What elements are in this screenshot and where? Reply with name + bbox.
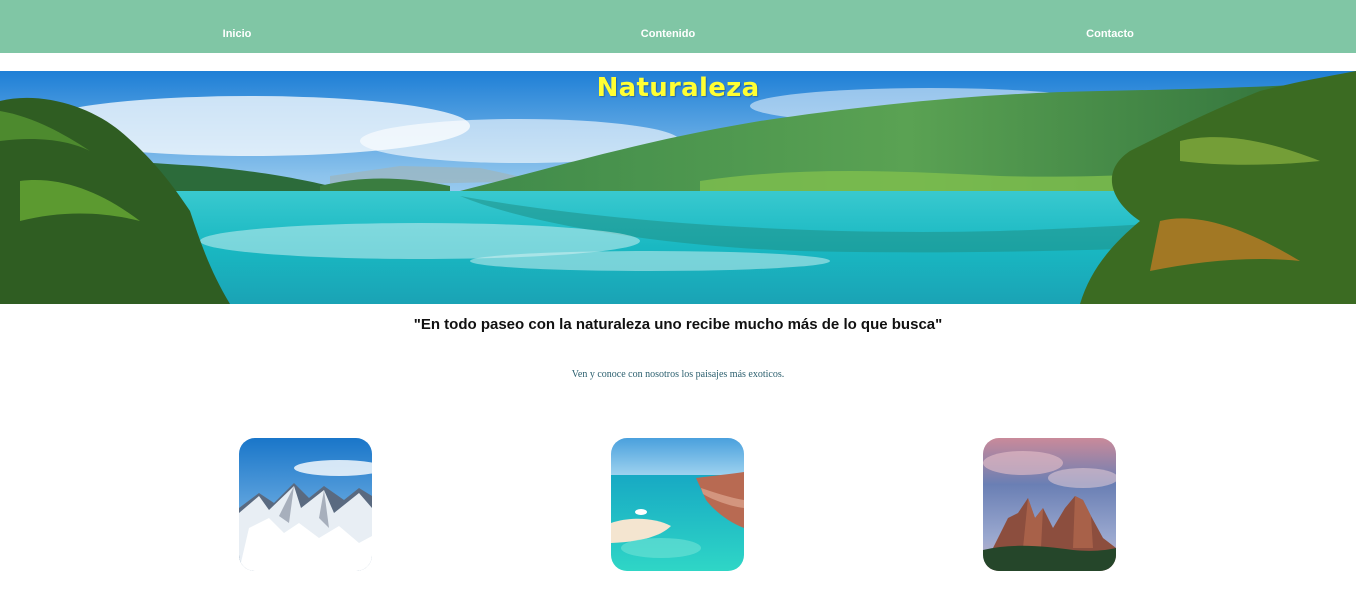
- nav-link-contacto[interactable]: Contacto: [1086, 28, 1134, 40]
- tropical-beach-image: [611, 438, 744, 571]
- hero-banner: Naturaleza: [0, 71, 1356, 304]
- quote-heading: "En todo paseo con la naturaleza uno rec…: [413, 316, 943, 333]
- gallery-thumb-beach[interactable]: [611, 438, 744, 571]
- intro-text: Ven y conoce con nosotros los paisajes m…: [571, 369, 785, 380]
- nav-link-inicio[interactable]: Inicio: [223, 28, 252, 40]
- nav-link-contenido[interactable]: Contenido: [641, 28, 695, 40]
- snowy-mountains-image: [239, 438, 372, 571]
- gallery-thumb-mountains[interactable]: [239, 438, 372, 571]
- top-navbar: Inicio Contenido Contacto: [0, 0, 1356, 53]
- hero-title: Naturaleza: [596, 73, 760, 103]
- lake-landscape-image: [0, 71, 1356, 304]
- gallery-thumb-peaks[interactable]: [983, 438, 1116, 571]
- rocky-peaks-image: [983, 438, 1116, 571]
